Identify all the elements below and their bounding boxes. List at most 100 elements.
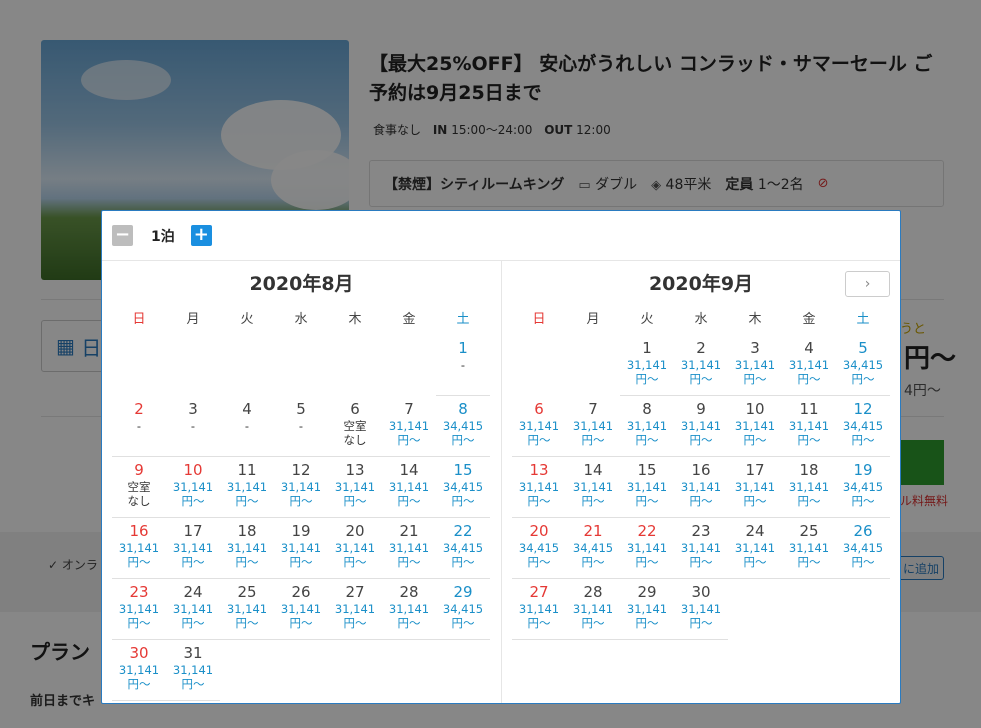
day-price: 31,141: [788, 419, 830, 433]
calendar-day[interactable]: 13 31,141 円〜: [512, 457, 566, 518]
weekday-header: 金: [802, 311, 816, 327]
price-suffix: 円〜: [127, 555, 151, 569]
calendar-day[interactable]: 8 34,415 円〜: [436, 396, 490, 457]
weekday-header: 日: [132, 311, 146, 327]
calendar-day[interactable]: 28 31,141 円〜: [382, 579, 436, 640]
day-price: 31,141: [172, 602, 214, 616]
calendar-day[interactable]: 19 31,141 円〜: [274, 518, 328, 579]
calendar-day: 6 空室 なし: [328, 396, 382, 457]
calendar-day[interactable]: 2 31,141 円〜: [674, 335, 728, 396]
calendar-day[interactable]: 30 31,141 円〜: [112, 640, 166, 701]
day-number: 7: [588, 400, 598, 418]
calendar-day[interactable]: 29 31,141 円〜: [620, 579, 674, 640]
calendar-day[interactable]: 7 31,141 円〜: [382, 396, 436, 457]
day-number: 28: [583, 583, 603, 601]
price-suffix: 円〜: [797, 555, 821, 569]
day-number: 25: [237, 583, 257, 601]
month-title: 2020年8月: [249, 272, 354, 295]
calendar-day[interactable]: 15 31,141 円〜: [620, 457, 674, 518]
calendar-day[interactable]: 11 31,141 円〜: [782, 396, 836, 457]
calendar-day[interactable]: 12 34,415 円〜: [836, 396, 890, 457]
calendar-day[interactable]: 11 31,141 円〜: [220, 457, 274, 518]
calendar-empty-cell: [512, 335, 566, 396]
price-suffix: 円〜: [527, 494, 551, 508]
calendar-day[interactable]: 24 31,141 円〜: [728, 518, 782, 579]
calendar-day[interactable]: 5 34,415 円〜: [836, 335, 890, 396]
calendar-day[interactable]: 18 31,141 円〜: [220, 518, 274, 579]
calendar-day[interactable]: 14 31,141 円〜: [382, 457, 436, 518]
day-number: 13: [345, 461, 365, 479]
day-number: 14: [399, 461, 419, 479]
calendar-day[interactable]: 29 34,415 円〜: [436, 579, 490, 640]
day-number: 10: [183, 461, 203, 479]
calendar-day[interactable]: 6 31,141 円〜: [512, 396, 566, 457]
calendar-day[interactable]: 26 34,415 円〜: [836, 518, 890, 579]
calendar-day[interactable]: 3 31,141 円〜: [728, 335, 782, 396]
calendar-day[interactable]: 25 31,141 円〜: [782, 518, 836, 579]
calendar-day[interactable]: 1 31,141 円〜: [620, 335, 674, 396]
nights-decrease-button[interactable]: −: [112, 225, 133, 246]
day-number: 11: [799, 400, 819, 418]
calendar-day[interactable]: 20 34,415 円〜: [512, 518, 566, 579]
calendar-day[interactable]: 30 31,141 円〜: [674, 579, 728, 640]
day-number: 30: [691, 583, 711, 601]
calendar-day[interactable]: 21 34,415 円〜: [566, 518, 620, 579]
day-number: 14: [583, 461, 603, 479]
day-price: 31,141: [118, 602, 160, 616]
price-suffix: 円〜: [797, 494, 821, 508]
calendar-day[interactable]: 27 31,141 円〜: [512, 579, 566, 640]
calendar-day[interactable]: 16 31,141 円〜: [112, 518, 166, 579]
day-price: 31,141: [280, 480, 322, 494]
price-suffix: 円〜: [127, 616, 151, 630]
day-number: 22: [453, 522, 473, 540]
weekday-row: 日月火水木金土: [112, 299, 491, 335]
calendar-day[interactable]: 28 31,141 円〜: [566, 579, 620, 640]
day-price: 31,141: [626, 541, 668, 555]
price-suffix: 円〜: [635, 372, 659, 386]
day-number: 2: [696, 339, 706, 357]
weekday-header: 土: [856, 311, 870, 327]
calendar-day[interactable]: 10 31,141 円〜: [728, 396, 782, 457]
calendar-day[interactable]: 17 31,141 円〜: [728, 457, 782, 518]
calendar-day[interactable]: 22 34,415 円〜: [436, 518, 490, 579]
calendar-day[interactable]: 4 31,141 円〜: [782, 335, 836, 396]
calendar-day[interactable]: 20 31,141 円〜: [328, 518, 382, 579]
day-number: 19: [853, 461, 873, 479]
calendar-day[interactable]: 10 31,141 円〜: [166, 457, 220, 518]
calendar-day[interactable]: 14 31,141 円〜: [566, 457, 620, 518]
day-price: 34,415: [842, 419, 884, 433]
price-suffix: 円〜: [797, 372, 821, 386]
calendar-day[interactable]: 17 31,141 円〜: [166, 518, 220, 579]
calendar-day[interactable]: 8 31,141 円〜: [620, 396, 674, 457]
calendar-day[interactable]: 26 31,141 円〜: [274, 579, 328, 640]
price-suffix: 円〜: [851, 372, 875, 386]
calendar-day[interactable]: 7 31,141 円〜: [566, 396, 620, 457]
calendar-day[interactable]: 23 31,141 円〜: [674, 518, 728, 579]
calendar-day[interactable]: 16 31,141 円〜: [674, 457, 728, 518]
nights-increase-button[interactable]: +: [190, 225, 212, 246]
day-price: 31,141: [226, 602, 268, 616]
calendar-day[interactable]: 21 31,141 円〜: [382, 518, 436, 579]
day-number: 15: [453, 461, 473, 479]
day-number: 16: [129, 522, 149, 540]
calendar-day[interactable]: 15 34,415 円〜: [436, 457, 490, 518]
calendar-day[interactable]: 27 31,141 円〜: [328, 579, 382, 640]
calendar-day[interactable]: 19 34,415 円〜: [836, 457, 890, 518]
day-number: 23: [129, 583, 149, 601]
price-suffix: 円〜: [289, 616, 313, 630]
calendar-day[interactable]: 12 31,141 円〜: [274, 457, 328, 518]
day-price: 31,141: [680, 419, 722, 433]
day-price: 31,141: [680, 480, 722, 494]
calendar-day[interactable]: 25 31,141 円〜: [220, 579, 274, 640]
calendar-day[interactable]: 13 31,141 円〜: [328, 457, 382, 518]
calendar-day[interactable]: 22 31,141 円〜: [620, 518, 674, 579]
calendar-day[interactable]: 9 31,141 円〜: [674, 396, 728, 457]
calendar-day[interactable]: 31 31,141 円〜: [166, 640, 220, 701]
next-month-button[interactable]: ›: [845, 271, 890, 297]
calendar-day[interactable]: 23 31,141 円〜: [112, 579, 166, 640]
price-suffix: 円〜: [451, 433, 475, 447]
calendar-day[interactable]: 24 31,141 円〜: [166, 579, 220, 640]
day-price: 31,141: [734, 419, 776, 433]
calendar-day[interactable]: 18 31,141 円〜: [782, 457, 836, 518]
day-price: 31,141: [334, 480, 376, 494]
